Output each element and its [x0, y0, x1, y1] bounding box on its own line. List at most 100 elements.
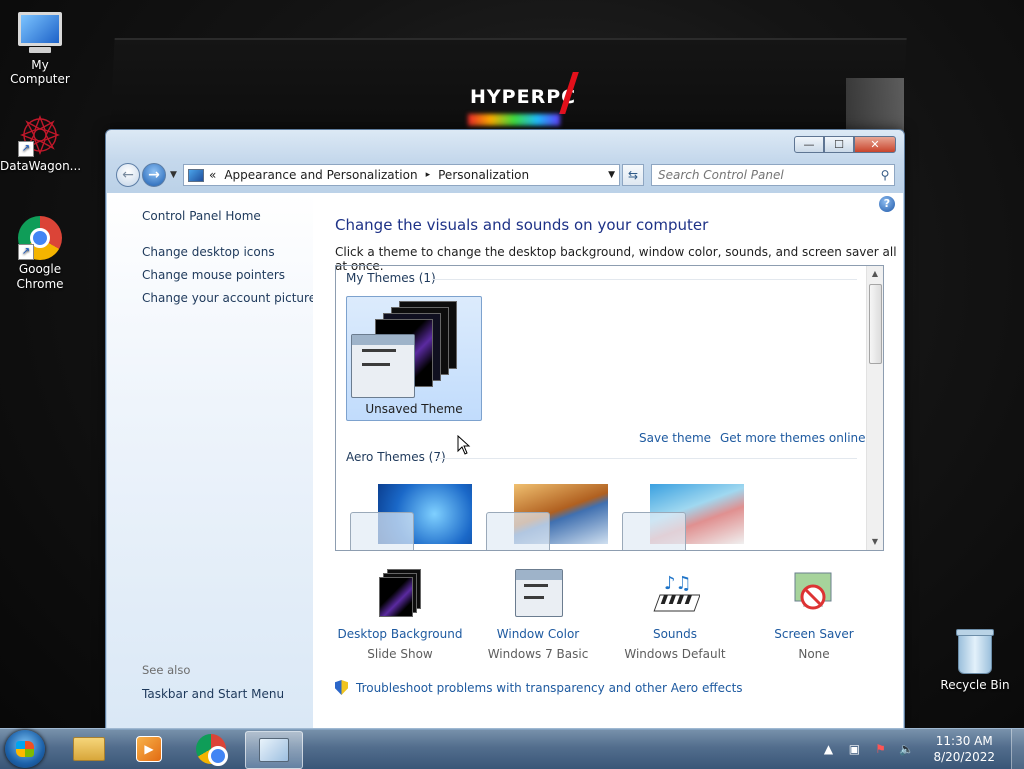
themes-scrollbar[interactable]: ▲ ▼ — [866, 266, 883, 550]
back-button[interactable]: ← — [116, 163, 140, 187]
theme-tile-windows7[interactable] — [350, 484, 474, 550]
option-label[interactable]: Screen Saver — [749, 627, 879, 641]
system-tray: ▲ ▣ ⚑ 🔈 11:30 AM 8/20/2022 — [815, 729, 1024, 769]
get-more-themes-link[interactable]: Get more themes online — [720, 431, 866, 445]
mouse-cursor-icon — [457, 435, 471, 455]
breadcrumb-appearance[interactable]: Appearance and Personalization — [224, 168, 417, 182]
desktop-icon-label: DataWagon... — [0, 159, 82, 173]
desktop-icon-google-chrome[interactable]: ↗ Google Chrome — [0, 216, 80, 292]
clock[interactable]: 11:30 AM 8/20/2022 — [933, 733, 995, 765]
troubleshoot-label[interactable]: Troubleshoot problems with transparency … — [356, 681, 743, 695]
recycle-bin-icon — [953, 629, 997, 676]
search-input[interactable] — [652, 167, 876, 183]
desktop-icon-label: Google Chrome — [16, 262, 64, 291]
taskbar-media-player[interactable]: ▶ — [121, 731, 177, 767]
address-overflow[interactable]: « — [209, 168, 216, 182]
wallpaper-logo: HYPERPC — [470, 86, 577, 108]
clock-time: 11:30 AM — [935, 734, 993, 748]
chrome-icon — [196, 734, 228, 766]
option-label[interactable]: Desktop Background — [335, 627, 465, 641]
theme-settings-row: Desktop Background Slide Show Window Col… — [335, 569, 895, 669]
scroll-down-icon[interactable]: ▼ — [867, 534, 883, 550]
option-value: Windows Default — [624, 647, 726, 661]
sounds-icon: ♪♫ — [650, 569, 701, 619]
control-panel-icon — [259, 738, 289, 762]
volume-icon[interactable]: 🔈 — [898, 741, 914, 757]
control-panel-icon — [188, 168, 204, 182]
minimize-button[interactable]: — — [794, 136, 824, 153]
sounds-option[interactable]: ♪♫ Sounds Windows Default — [610, 569, 740, 661]
start-button[interactable] — [5, 730, 45, 768]
group-divider — [432, 279, 857, 280]
taskbar-start-menu-link[interactable]: Taskbar and Start Menu — [142, 687, 284, 701]
maximize-button[interactable]: ☐ — [824, 136, 854, 153]
show-desktop-button[interactable] — [1011, 729, 1024, 769]
control-panel-home-link[interactable]: Control Panel Home — [142, 209, 261, 223]
taskbar-explorer[interactable] — [61, 731, 117, 767]
window-content: Control Panel Home Change desktop icons … — [107, 193, 903, 728]
search-box: ⚲ — [651, 164, 895, 186]
group-divider — [436, 458, 857, 459]
help-icon[interactable]: ? — [879, 196, 895, 212]
desktop-icon-label: Recycle Bin — [940, 678, 1010, 692]
desktop-icon-recycle-bin[interactable]: Recycle Bin — [935, 629, 1015, 692]
change-desktop-icons-link[interactable]: Change desktop icons — [142, 245, 275, 259]
search-icon[interactable]: ⚲ — [876, 168, 894, 182]
media-player-icon: ▶ — [136, 736, 162, 762]
theme-tile-nature[interactable] — [622, 484, 746, 550]
breadcrumb-personalization[interactable]: Personalization — [438, 168, 529, 182]
theme-tile-unsaved[interactable]: Unsaved Theme — [346, 296, 482, 421]
windows-logo-icon — [16, 741, 34, 757]
datawagon-icon: ↗ — [18, 113, 62, 157]
change-mouse-pointers-link[interactable]: Change mouse pointers — [142, 268, 285, 282]
option-value: None — [798, 647, 830, 661]
troubleshoot-link[interactable]: Troubleshoot problems with transparency … — [335, 680, 743, 695]
my-themes-heading: My Themes (1) — [346, 271, 436, 285]
window-preview-icon — [622, 512, 686, 550]
desktop-icon-my-computer[interactable]: My Computer — [0, 8, 80, 86]
desktop-background-icon — [375, 569, 425, 619]
folder-icon — [73, 737, 105, 761]
taskbar-control-panel[interactable] — [245, 731, 303, 769]
option-label[interactable]: Window Color — [473, 627, 603, 641]
forward-button[interactable]: → — [142, 163, 166, 187]
refresh-button[interactable]: ⇆ — [622, 164, 644, 186]
recent-pages-dropdown-icon[interactable]: ▼ — [170, 170, 177, 180]
page-title: Change the visuals and sounds on your co… — [335, 216, 709, 234]
theme-caption: Unsaved Theme — [365, 402, 463, 416]
scroll-up-icon[interactable]: ▲ — [867, 266, 883, 282]
show-hidden-icons-icon[interactable]: ▲ — [820, 741, 836, 757]
address-bar[interactable]: « Appearance and Personalization ▸ Perso… — [183, 164, 620, 186]
theme-tile-architecture[interactable] — [486, 484, 610, 550]
desktop-background-option[interactable]: Desktop Background Slide Show — [335, 569, 465, 661]
wallpaper-rgb-glow — [468, 114, 560, 126]
address-dropdown-icon[interactable]: ▼ — [608, 170, 615, 180]
scroll-thumb[interactable] — [869, 284, 882, 364]
shield-icon — [335, 680, 348, 695]
option-value: Windows 7 Basic — [487, 647, 589, 661]
taskbar: ▶ ▲ ▣ ⚑ 🔈 11:30 AM 8/20/2022 — [0, 728, 1024, 769]
window-preview-icon — [350, 512, 414, 550]
breadcrumb-separator-icon[interactable]: ▸ — [426, 170, 431, 180]
my-computer-icon — [18, 12, 62, 56]
save-theme-link[interactable]: Save theme — [639, 431, 711, 445]
window-color-icon — [513, 569, 563, 619]
window-preview-icon — [351, 334, 415, 398]
main-panel: ? Change the visuals and sounds on your … — [313, 193, 903, 728]
shortcut-arrow-icon: ↗ — [18, 141, 34, 157]
clock-date: 8/20/2022 — [933, 750, 995, 764]
option-label[interactable]: Sounds — [610, 627, 740, 641]
taskbar-chrome[interactable] — [183, 731, 239, 767]
screen-saver-option[interactable]: Screen Saver None — [749, 569, 879, 661]
change-account-picture-link[interactable]: Change your account picture — [142, 291, 316, 305]
close-button[interactable]: ✕ — [854, 136, 896, 153]
option-value: Slide Show — [367, 647, 433, 661]
action-center-icon[interactable]: ⚑ — [872, 741, 888, 757]
desktop-icon-datawagon[interactable]: ↗ DataWagon... — [0, 113, 82, 173]
see-also-heading: See also — [142, 663, 191, 677]
navigation-bar: ← → ▼ « Appearance and Personalization ▸… — [114, 162, 896, 188]
window-preview-icon — [486, 512, 550, 550]
sidebar: Control Panel Home Change desktop icons … — [107, 193, 316, 728]
network-icon[interactable]: ▣ — [846, 741, 862, 757]
window-color-option[interactable]: Window Color Windows 7 Basic — [473, 569, 603, 661]
